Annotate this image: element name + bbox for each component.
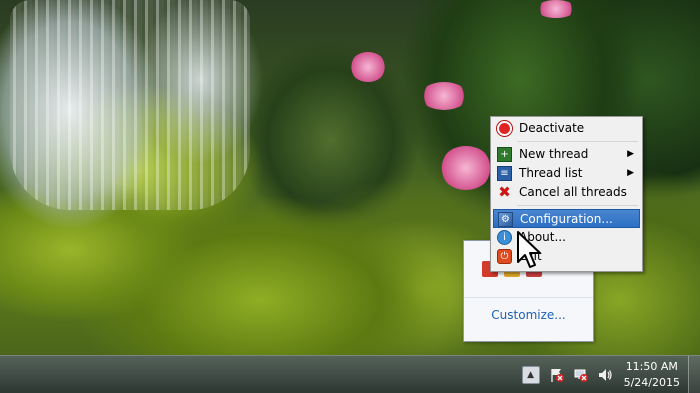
thread-list-icon: ≡: [497, 166, 512, 181]
show-hidden-icons-button[interactable]: ▲: [521, 366, 540, 384]
menu-item-label: Cancel all threads: [519, 185, 627, 199]
wallpaper-waterfall: [10, 0, 250, 210]
wallpaper-flower: [536, 0, 576, 18]
popup-divider: [464, 297, 593, 298]
menu-item-label: Deactivate: [519, 121, 585, 135]
menu-item-label: Thread list: [519, 166, 583, 180]
menu-item-deactivate[interactable]: Deactivate: [493, 119, 640, 138]
mouse-cursor-icon: [517, 231, 541, 268]
wallpaper-flower: [350, 52, 386, 82]
menu-item-new-thread[interactable]: + New thread ▶: [493, 145, 640, 164]
wallpaper-flower: [420, 82, 468, 110]
volume-icon[interactable]: [596, 366, 614, 384]
menu-item-thread-list[interactable]: ≡ Thread list ▶: [493, 164, 640, 183]
submenu-arrow-icon: ▶: [627, 149, 634, 159]
notification-area: ▲ 11:50 AM 5/24/2015: [521, 356, 700, 393]
network-icon[interactable]: [572, 366, 590, 384]
about-icon: i: [497, 230, 512, 245]
menu-item-label: Configuration...: [520, 212, 613, 226]
taskbar: ▲ 11:50 AM 5/24/2015: [0, 355, 700, 393]
tray-context-menu: Deactivate + New thread ▶ ≡ Thread list …: [490, 116, 643, 272]
wallpaper-flower: [440, 146, 492, 190]
new-thread-icon: +: [497, 147, 512, 162]
submenu-arrow-icon: ▶: [627, 168, 634, 178]
menu-item-label: New thread: [519, 147, 589, 161]
action-center-flag-icon[interactable]: [548, 366, 566, 384]
menu-item-cancel-all-threads[interactable]: ✖ Cancel all threads: [493, 183, 640, 202]
clock-time: 11:50 AM: [625, 360, 678, 373]
menu-item-configuration[interactable]: ⚙ Configuration...: [493, 209, 640, 228]
clock-date: 5/24/2015: [623, 376, 680, 389]
taskbar-clock[interactable]: 11:50 AM 5/24/2015: [624, 359, 680, 391]
show-desktop-button[interactable]: [688, 356, 700, 393]
configuration-icon: ⚙: [498, 212, 513, 227]
customize-link[interactable]: Customize...: [464, 308, 593, 322]
menu-separator: [517, 205, 638, 206]
menu-separator: [517, 141, 638, 142]
cancel-icon: ✖: [498, 183, 511, 201]
deactivate-icon: [497, 121, 512, 136]
exit-icon: ⏻: [497, 249, 512, 264]
